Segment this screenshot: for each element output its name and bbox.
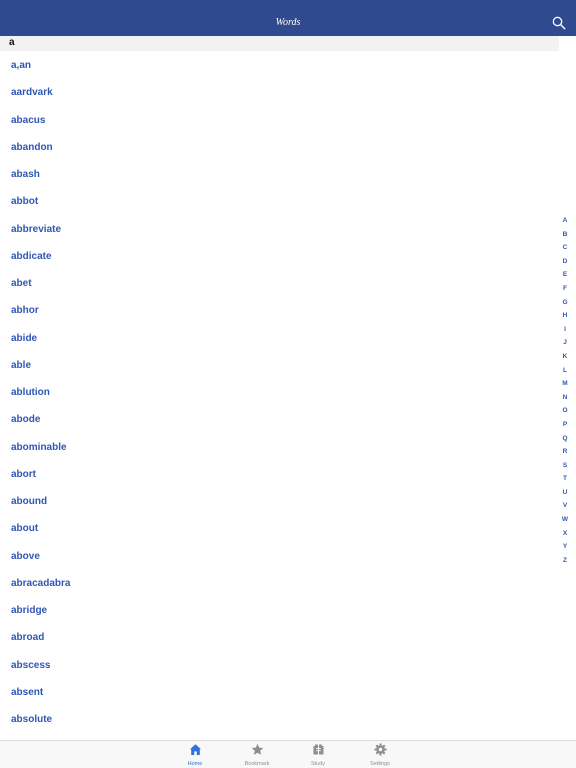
index-letter[interactable]: I (558, 323, 572, 337)
index-letter[interactable]: J (558, 336, 572, 350)
word-row[interactable]: abash (0, 161, 559, 188)
word-label: absolute (11, 714, 53, 725)
star-icon (251, 743, 263, 755)
word-row[interactable]: above (0, 543, 559, 570)
home-icon (189, 744, 201, 755)
word-row[interactable]: absent (0, 679, 559, 706)
index-letter[interactable]: P (558, 418, 572, 432)
index-letter[interactable]: B (558, 228, 572, 242)
word-row[interactable]: abode (0, 406, 559, 433)
word-row[interactable]: abbot (0, 188, 559, 215)
section-letter: a (9, 37, 15, 48)
search-button[interactable] (552, 16, 566, 30)
study-icon (313, 744, 323, 755)
index-letter[interactable]: K (558, 350, 572, 364)
navigation-bar: Words (0, 0, 576, 36)
word-label: abroad (11, 632, 45, 644)
tab-label-settings: Settings (370, 761, 390, 767)
index-letter[interactable]: S (558, 459, 572, 473)
word-row[interactable]: absolute (0, 706, 559, 733)
word-label: abominable (11, 441, 67, 453)
index-letter[interactable]: A (558, 214, 572, 228)
index-letter[interactable]: E (558, 268, 572, 282)
word-label: abide (11, 332, 38, 344)
word-row[interactable]: abort (0, 461, 559, 488)
word-row[interactable]: abominable (0, 434, 559, 461)
word-row[interactable]: abroad (0, 624, 559, 651)
section-header: a (0, 36, 559, 51)
index-letter[interactable]: O (558, 404, 572, 418)
tab-label-home: Home (187, 761, 203, 767)
tab-bar: Home Bookmark Study Settings (0, 740, 576, 768)
word-label: abbreviate (11, 223, 62, 235)
index-letter[interactable]: U (558, 486, 572, 500)
word-row[interactable]: abridge (0, 597, 559, 624)
index-letter[interactable]: R (558, 445, 572, 459)
word-label: abacus (11, 114, 46, 126)
word-list: a,an aardvark abacus abandon abash abbot abbre… (0, 52, 559, 733)
word-row[interactable]: abbreviate (0, 216, 559, 243)
word-label: abbot (11, 196, 39, 208)
index-letter[interactable]: T (558, 472, 572, 486)
word-row[interactable]: abound (0, 488, 559, 515)
tab-label-bookmark: Bookmark (244, 761, 270, 767)
gear-icon (374, 743, 386, 756)
word-label: abdicate (11, 250, 52, 262)
word-row[interactable]: a,an (0, 52, 559, 79)
index-letter[interactable]: W (558, 513, 572, 527)
word-row[interactable]: abacus (0, 107, 559, 134)
word-row[interactable]: aardvark (0, 79, 559, 106)
word-row[interactable]: abet (0, 270, 559, 297)
word-row[interactable]: abhor (0, 297, 559, 324)
index-letter[interactable]: Y (558, 540, 572, 554)
index-letter[interactable]: L (558, 364, 572, 378)
word-label: abode (11, 414, 41, 426)
index-letter[interactable]: C (558, 241, 572, 255)
alphabet-index[interactable]: ABCDEFGHIJKLMNOPQRSTUVWXYZ (558, 214, 572, 567)
index-letter[interactable]: X (558, 527, 572, 541)
word-label: abridge (11, 605, 48, 616)
word-row[interactable]: able (0, 352, 559, 379)
word-label: a,an (11, 60, 32, 71)
word-label: abort (11, 468, 36, 480)
word-row[interactable]: ablution (0, 379, 559, 406)
index-letter[interactable]: V (558, 499, 572, 513)
word-row[interactable]: abide (0, 325, 559, 352)
index-letter[interactable]: M (558, 377, 572, 391)
word-row[interactable]: abscess (0, 652, 559, 679)
word-row[interactable]: abandon (0, 134, 559, 161)
word-label: able (11, 359, 32, 371)
index-letter[interactable]: D (558, 255, 572, 269)
index-letter[interactable]: G (558, 296, 572, 310)
word-row[interactable]: abracadabra (0, 570, 559, 597)
index-letter[interactable]: Z (558, 554, 572, 568)
word-label: above (11, 550, 40, 562)
word-label: abound (11, 496, 48, 507)
index-letter[interactable]: F (558, 282, 572, 296)
index-letter[interactable]: N (558, 391, 572, 405)
index-letter[interactable]: Q (558, 432, 572, 446)
word-label: abscess (11, 659, 51, 671)
search-icon (552, 16, 566, 30)
word-label: ablution (11, 387, 50, 398)
word-row[interactable]: abdicate (0, 243, 559, 270)
word-row[interactable]: about (0, 515, 559, 542)
word-label: abet (11, 278, 32, 289)
app-window: Words a a,an aardvark abacus abandon abash ab… (0, 0, 576, 768)
word-label: abandon (11, 141, 53, 153)
tab-bookmark[interactable]: Bookmark (237, 743, 277, 767)
word-label: aardvark (11, 87, 53, 99)
index-letter[interactable]: H (558, 309, 572, 323)
word-label: absent (11, 686, 44, 698)
word-label: about (11, 523, 39, 535)
word-label: abhor (11, 305, 39, 317)
tab-study[interactable]: Study (298, 743, 338, 767)
tab-label-study: Study (310, 761, 326, 767)
word-label: abracadabra (11, 577, 71, 589)
word-label: abash (11, 169, 40, 180)
tab-settings[interactable]: Settings (360, 743, 400, 767)
tab-home[interactable]: Home (175, 743, 215, 767)
